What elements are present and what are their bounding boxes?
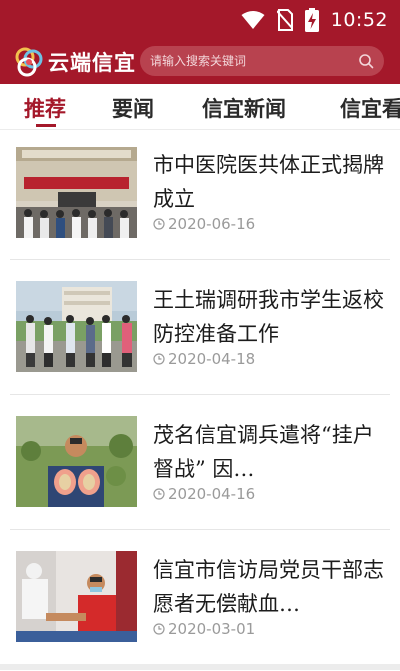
tab-xinyi-news[interactable]: 信宜新闻 — [202, 93, 286, 123]
news-date: 2020-04-16 — [153, 485, 255, 503]
search-box[interactable] — [140, 46, 384, 76]
category-tabs: 推荐 要闻 信宜新闻 信宜看 — [0, 84, 400, 130]
news-date-text: 2020-04-16 — [168, 485, 256, 503]
news-item[interactable]: 信宜市信访局党员干部志愿者无偿献血… 2020-03-01 — [0, 536, 400, 671]
news-title[interactable]: 信宜市信访局党员干部志愿者无偿献血… — [153, 553, 385, 621]
fruit-farmer-photo[interactable] — [16, 416, 137, 507]
blood-donation-photo[interactable] — [16, 551, 137, 642]
status-icons: 10:52 — [241, 8, 388, 32]
news-item[interactable]: 市中医院医共体正式揭牌成立 2020-06-16 — [0, 131, 400, 266]
news-date-text: 2020-04-18 — [168, 350, 256, 368]
clock-icon — [153, 488, 165, 500]
app-header: 云端信宜 — [0, 40, 400, 84]
divider — [10, 394, 390, 395]
ceremony-photo[interactable] — [16, 147, 137, 238]
news-date-text: 2020-03-01 — [168, 620, 256, 638]
news-date-text: 2020-06-16 — [168, 215, 256, 233]
divider — [10, 529, 390, 530]
bottom-edge — [0, 664, 400, 670]
tab-xinyi-watch[interactable]: 信宜看 — [340, 93, 400, 123]
news-date: 2020-04-18 — [153, 350, 255, 368]
news-item[interactable]: 王土瑞调研我市学生返校防控准备工作 2020-04-18 — [0, 266, 400, 401]
news-date: 2020-06-16 — [153, 215, 255, 233]
tab-headlines[interactable]: 要闻 — [112, 93, 154, 123]
no-sim-icon — [276, 9, 293, 31]
news-date: 2020-03-01 — [153, 620, 255, 638]
clock: 10:52 — [330, 9, 388, 31]
app-name: 云端信宜 — [48, 50, 136, 75]
news-title[interactable]: 茂名信宜调兵遣将“挂户督战” 因… — [153, 418, 385, 486]
news-item[interactable]: 茂名信宜调兵遣将“挂户督战” 因… 2020-04-16 — [0, 401, 400, 536]
logo-mark-icon — [15, 47, 43, 77]
clock-icon — [153, 623, 165, 635]
news-title[interactable]: 王土瑞调研我市学生返校防控准备工作 — [153, 283, 385, 351]
status-bar: 10:52 — [0, 0, 400, 40]
officials-visit-photo[interactable] — [16, 281, 137, 372]
clock-icon — [153, 218, 165, 230]
divider — [10, 259, 390, 260]
clock-icon — [153, 353, 165, 365]
active-tab-indicator — [36, 124, 56, 127]
news-title[interactable]: 市中医院医共体正式揭牌成立 — [153, 148, 385, 216]
wifi-icon — [241, 10, 265, 30]
search-icon[interactable] — [358, 53, 374, 73]
tab-recommended[interactable]: 推荐 — [24, 93, 66, 123]
app-logo: 云端信宜 — [14, 47, 136, 77]
search-input[interactable] — [150, 46, 350, 76]
battery-charging-icon — [304, 8, 319, 32]
